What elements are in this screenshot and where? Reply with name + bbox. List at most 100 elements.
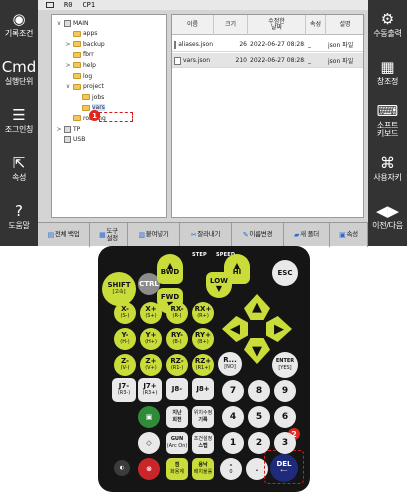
left_sidebar-button-1[interactable]: Cmd 실행단위: [0, 50, 38, 94]
start-key[interactable]: ◇: [138, 432, 160, 454]
drive-icon: [64, 136, 71, 144]
step-label: STEP: [192, 252, 207, 258]
right_sidebar-label: 이전/다음: [372, 221, 403, 230]
expand-icon[interactable]: >: [65, 41, 71, 48]
gear-icon: ⚙: [380, 10, 395, 28]
expand-icon[interactable]: ∨: [65, 83, 71, 90]
toolbar-rename-button[interactable]: ✎ 이름변경: [232, 222, 284, 247]
tree-item-tp[interactable]: > TP: [56, 124, 80, 134]
rename-icon: ✎: [242, 230, 249, 239]
right_sidebar-button-2[interactable]: ⌨ 소프트 키보드: [368, 98, 407, 142]
left_sidebar-button-2[interactable]: ☰ 조그인칭: [0, 98, 38, 142]
tree-item-fbrr[interactable]: fbrr: [65, 50, 94, 60]
jog-key-rx-plus[interactable]: RX+ (R+): [192, 302, 214, 324]
file-row-1[interactable]: vars.json 2102022-06-27 08:28:47_ json 파일: [172, 53, 363, 68]
tree-item-jobs[interactable]: jobs: [74, 92, 104, 102]
j8-plus-key[interactable]: J8+: [192, 378, 214, 400]
jog-key-z-plus[interactable]: Z+ (V+): [140, 354, 162, 376]
j8-minus-key[interactable]: J8-: [166, 378, 188, 400]
tree-item-main[interactable]: ∨ MAIN: [56, 18, 89, 28]
jog-key-rz-minus[interactable]: RZ- (R1-): [166, 354, 188, 376]
jog-key-x-plus[interactable]: X+ (S+): [140, 302, 162, 324]
toolbar-backup-button[interactable]: ▤ 전체 백업: [38, 222, 90, 247]
left_sidebar-button-3[interactable]: ⇱ 속성: [0, 146, 38, 190]
digit-key-3[interactable]: 3: [274, 432, 296, 454]
esc-key[interactable]: ESC: [272, 260, 298, 286]
toolbar-tool-button[interactable]: ▦ 도구 설정: [90, 222, 128, 247]
jog-key-y-minus[interactable]: Y- (H-): [114, 328, 136, 350]
toolbar-new-folder-button[interactable]: ▰ 새 폴더: [284, 222, 330, 247]
stop-key[interactable]: ⊗: [138, 458, 160, 480]
file-row-0[interactable]: aliases.json 262022-06-27 08:28:47_ json 파…: [172, 37, 363, 52]
toolbar-cut-button[interactable]: ✂ 잘라내기: [180, 222, 232, 247]
arrow-up-key[interactable]: ▲: [244, 294, 270, 320]
tree-item-project[interactable]: ∨ project: [65, 82, 104, 92]
wrist-key[interactable]: 용낙 배치율률: [192, 458, 214, 480]
toolbar-paste-button[interactable]: ▥ 붙여넣기: [128, 222, 180, 247]
jog-key-x-minus[interactable]: X- (S-): [114, 302, 136, 324]
tree-item-usb[interactable]: USB: [56, 135, 85, 145]
tree-item-backup[interactable]: > backup: [65, 39, 104, 49]
jog-key-ry-plus[interactable]: RY+ (B+): [192, 328, 214, 350]
low-key[interactable]: LOW ▼: [206, 272, 232, 298]
shift-key[interactable]: SHIFT [고속]: [102, 272, 136, 306]
jog-key-rx-minus[interactable]: RX- (R-): [166, 302, 188, 324]
right_sidebar-label: 수동출력: [373, 29, 402, 38]
digit-key-6[interactable]: 6: [274, 406, 296, 428]
expand-icon[interactable]: >: [56, 126, 62, 133]
right_sidebar-button-3[interactable]: ⌘ 사용자키: [368, 146, 407, 190]
file-table: 이름 크기 수정한 날짜 속성 설명 aliases.json 26 2022-06-27 …: [171, 14, 365, 218]
toolbar-label: 새 폴더: [300, 230, 319, 238]
right_sidebar-button-1[interactable]: ▦ 창조정: [368, 50, 407, 94]
column-header[interactable]: 수정한 날짜: [248, 15, 306, 35]
tree-item-help[interactable]: > help: [65, 60, 96, 70]
mode-switch[interactable]: ◐: [114, 460, 130, 476]
file-size: 210: [216, 53, 247, 68]
minus-key[interactable]: - 0: [220, 458, 242, 480]
tree-item-apps[interactable]: apps: [65, 29, 97, 39]
digit-key-2[interactable]: 2: [248, 432, 270, 454]
left_sidebar-button-0[interactable]: ◉ 기록조건: [0, 2, 38, 46]
digit-key-9[interactable]: 9: [274, 380, 296, 402]
digit-key-4[interactable]: 4: [222, 406, 244, 428]
bwd-key[interactable]: ▲ BWD: [157, 254, 183, 284]
jog-key-label: RY-: [171, 331, 183, 339]
column-header[interactable]: 크기: [214, 15, 248, 35]
condition-step-key[interactable]: 조건설정 스텝: [192, 432, 214, 454]
toolbar-properties-button[interactable]: ▣ 속성: [330, 222, 368, 247]
arrow-down-key[interactable]: ▼: [244, 338, 270, 364]
jog-key-label: Y+: [145, 331, 157, 339]
enter-key[interactable]: ENTER [YES]: [272, 352, 298, 378]
arrow-right-key[interactable]: ▶: [266, 316, 292, 342]
gun-key[interactable]: GUN (Arc On): [166, 432, 188, 454]
r-no-key[interactable]: R... [NO]: [218, 352, 242, 376]
prev-rotate-key[interactable]: 지난 회전: [166, 406, 188, 428]
expand-icon[interactable]: ∨: [56, 20, 62, 27]
column-header[interactable]: 속성: [306, 15, 326, 35]
left_sidebar-button-4[interactable]: ? 도움말: [0, 194, 38, 238]
digit-key-5[interactable]: 5: [248, 406, 270, 428]
jog-key-z-minus[interactable]: Z- (V-): [114, 354, 136, 376]
status-cycle: CP1: [82, 1, 96, 9]
j7-plus-key[interactable]: J7+ (R3+): [138, 378, 162, 402]
jog-key-ry-minus[interactable]: RY- (B-): [166, 328, 188, 350]
servo-on-key[interactable]: ▣: [138, 406, 160, 428]
right_sidebar-button-0[interactable]: ⚙ 수동출력: [368, 2, 407, 46]
jog-key-y-plus[interactable]: Y+ (H+): [140, 328, 162, 350]
expand-icon[interactable]: >: [65, 62, 71, 69]
tree-item-log[interactable]: log: [65, 71, 92, 81]
pendant-screen: R0 CP1 ◉ 기록조건 Cmd 실행단위 ☰ 조그인칭 ⇱ 속성? 도움말 ⚙ 수동출력 ▦ 창조…: [0, 0, 407, 247]
status-indicator-icon: [46, 2, 54, 8]
point-key[interactable]: 점 화용계: [166, 458, 188, 480]
digit-key-1[interactable]: 1: [222, 432, 244, 454]
jog-key-rz-plus[interactable]: RZ+ (R1+): [192, 354, 214, 376]
digit-key-7[interactable]: 7: [222, 380, 244, 402]
record-key[interactable]: 위치수정 기록: [192, 406, 214, 428]
digit-key-8[interactable]: 8: [248, 380, 270, 402]
right_sidebar-button-4[interactable]: ◀▶ 이전/다음: [368, 194, 407, 238]
arrow-left-key[interactable]: ◀: [222, 316, 248, 342]
jog-key-sublabel: (V+): [145, 365, 157, 371]
column-header[interactable]: 이름: [172, 15, 214, 35]
column-header[interactable]: 설명: [326, 15, 365, 35]
j7-minus-key[interactable]: J7- (R3-): [112, 378, 136, 402]
